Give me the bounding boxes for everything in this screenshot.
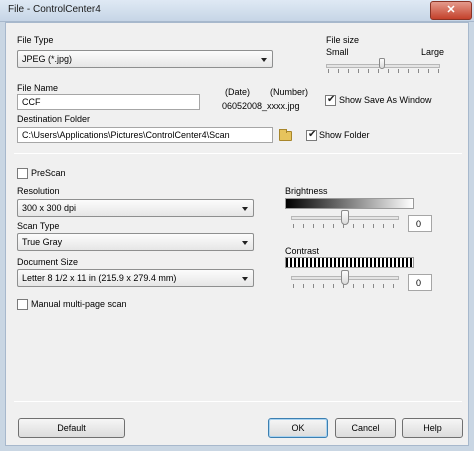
close-icon: ✕: [446, 4, 456, 16]
chevron-down-icon: [242, 207, 248, 211]
contrast-slider-thumb[interactable]: [341, 270, 349, 285]
chevron-down-icon: [242, 241, 248, 245]
contrast-pattern: [285, 257, 414, 268]
resolution-value: 300 x 300 dpi: [22, 203, 77, 213]
window-title: File - ControlCenter4: [8, 4, 101, 15]
file-name-label: File Name: [17, 83, 59, 93]
contrast-value-input[interactable]: 0: [408, 274, 432, 291]
title-bar: File - ControlCenter4 ✕: [0, 0, 474, 22]
prescan-checkbox[interactable]: [17, 168, 28, 179]
contrast-label: Contrast: [285, 246, 320, 256]
document-size-value: Letter 8 1/2 x 11 in (215.9 x 279.4 mm): [22, 273, 177, 283]
show-folder-label: Show Folder: [319, 130, 370, 140]
footer-divider: [14, 401, 462, 402]
section-divider: [14, 153, 462, 154]
manual-multipage-checkbox[interactable]: [17, 299, 28, 310]
show-save-as-window-checkbox[interactable]: [325, 94, 336, 106]
file-name-preview: 06052008_xxxx.jpg: [222, 101, 300, 111]
file-type-label: File Type: [17, 35, 54, 45]
default-button[interactable]: Default: [18, 418, 125, 438]
document-size-select[interactable]: Letter 8 1/2 x 11 in (215.9 x 279.4 mm): [17, 269, 254, 287]
scan-type-label: Scan Type: [17, 221, 60, 231]
brightness-gradient: [285, 198, 414, 209]
brightness-label: Brightness: [285, 186, 328, 196]
dialog-body: File Type JPEG (*.jpg) File size Small L…: [5, 22, 469, 446]
folder-icon[interactable]: [279, 129, 292, 141]
file-size-large-label: Large: [421, 47, 445, 57]
number-label: (Number): [270, 87, 309, 97]
scan-type-select[interactable]: True Gray: [17, 233, 254, 251]
show-folder-checkbox[interactable]: [306, 129, 317, 141]
help-button[interactable]: Help: [402, 418, 463, 438]
show-save-as-window-label: Show Save As Window: [339, 95, 432, 105]
file-name-input[interactable]: CCF: [17, 94, 200, 110]
manual-multipage-label: Manual multi-page scan: [31, 299, 127, 309]
resolution-select[interactable]: 300 x 300 dpi: [17, 199, 254, 217]
cancel-button[interactable]: Cancel: [335, 418, 396, 438]
file-size-label: File size: [326, 35, 360, 45]
scan-type-value: True Gray: [22, 237, 63, 247]
file-type-value: JPEG (*.jpg): [22, 54, 73, 64]
file-size-ticks: [328, 69, 440, 73]
file-size-slider-thumb[interactable]: [379, 58, 385, 69]
date-label: (Date): [225, 87, 251, 97]
resolution-label: Resolution: [17, 186, 60, 196]
destination-folder-input[interactable]: C:\Users\Applications\Pictures\ControlCe…: [17, 127, 273, 143]
file-size-small-label: Small: [326, 47, 349, 57]
destination-folder-label: Destination Folder: [17, 114, 91, 124]
brightness-value-input[interactable]: 0: [408, 215, 432, 232]
close-button[interactable]: ✕: [430, 1, 472, 20]
chevron-down-icon: [242, 277, 248, 281]
ok-button[interactable]: OK: [268, 418, 328, 438]
prescan-label: PreScan: [31, 168, 66, 178]
file-type-select[interactable]: JPEG (*.jpg): [17, 50, 273, 68]
chevron-down-icon: [261, 58, 267, 62]
brightness-slider-thumb[interactable]: [341, 210, 349, 225]
document-size-label: Document Size: [17, 257, 79, 267]
